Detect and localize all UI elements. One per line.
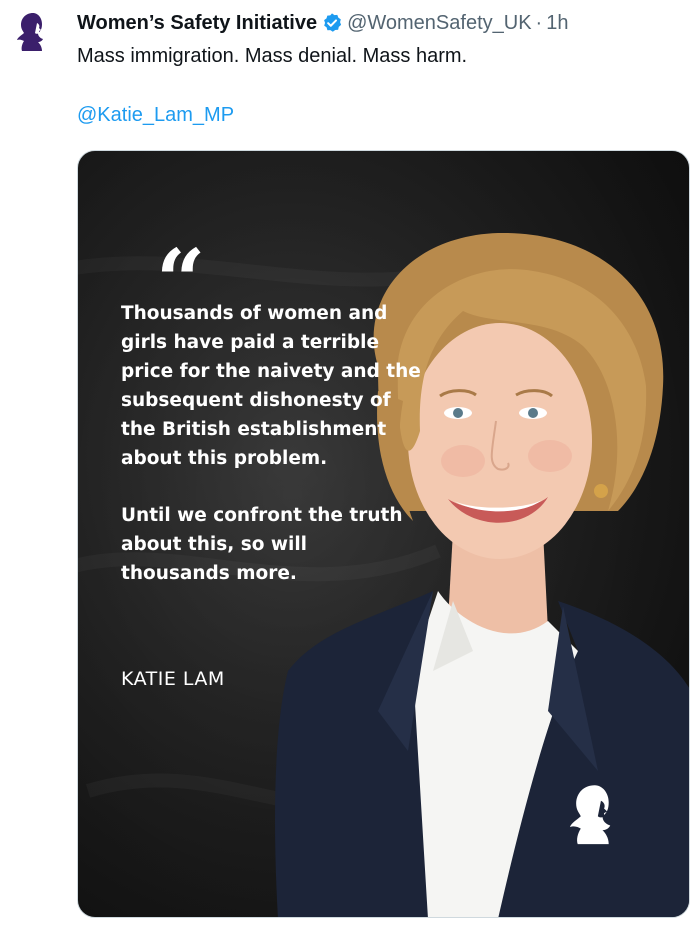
quote-mark: “	[156, 239, 206, 299]
mention-link[interactable]: @Katie_Lam_MP	[77, 101, 234, 129]
avatar[interactable]	[8, 9, 54, 55]
author-handle[interactable]: @WomenSafety_UK	[347, 12, 531, 35]
media-image[interactable]: “ Thousands of women and girls have paid…	[77, 150, 690, 918]
verified-badge-icon	[324, 13, 342, 32]
tweet-header: Women’s Safety Initiative @WomenSafety_U…	[77, 9, 690, 37]
timestamp[interactable]: 1h	[546, 12, 568, 35]
quote-paragraph: Thousands of women and girls have paid a…	[121, 303, 421, 469]
quote-attribution: KATIE LAM	[121, 668, 225, 690]
display-name[interactable]: Women’s Safety Initiative	[77, 12, 317, 35]
tweet-text: Mass immigration. Mass denial. Mass harm…	[77, 45, 468, 67]
quote-text: Thousands of women and girls have paid a…	[121, 299, 421, 588]
silhouette-woman-icon	[17, 13, 43, 51]
quote-paragraph: Until we confront the truth about this, …	[121, 505, 403, 584]
separator-dot: ·	[535, 11, 543, 34]
